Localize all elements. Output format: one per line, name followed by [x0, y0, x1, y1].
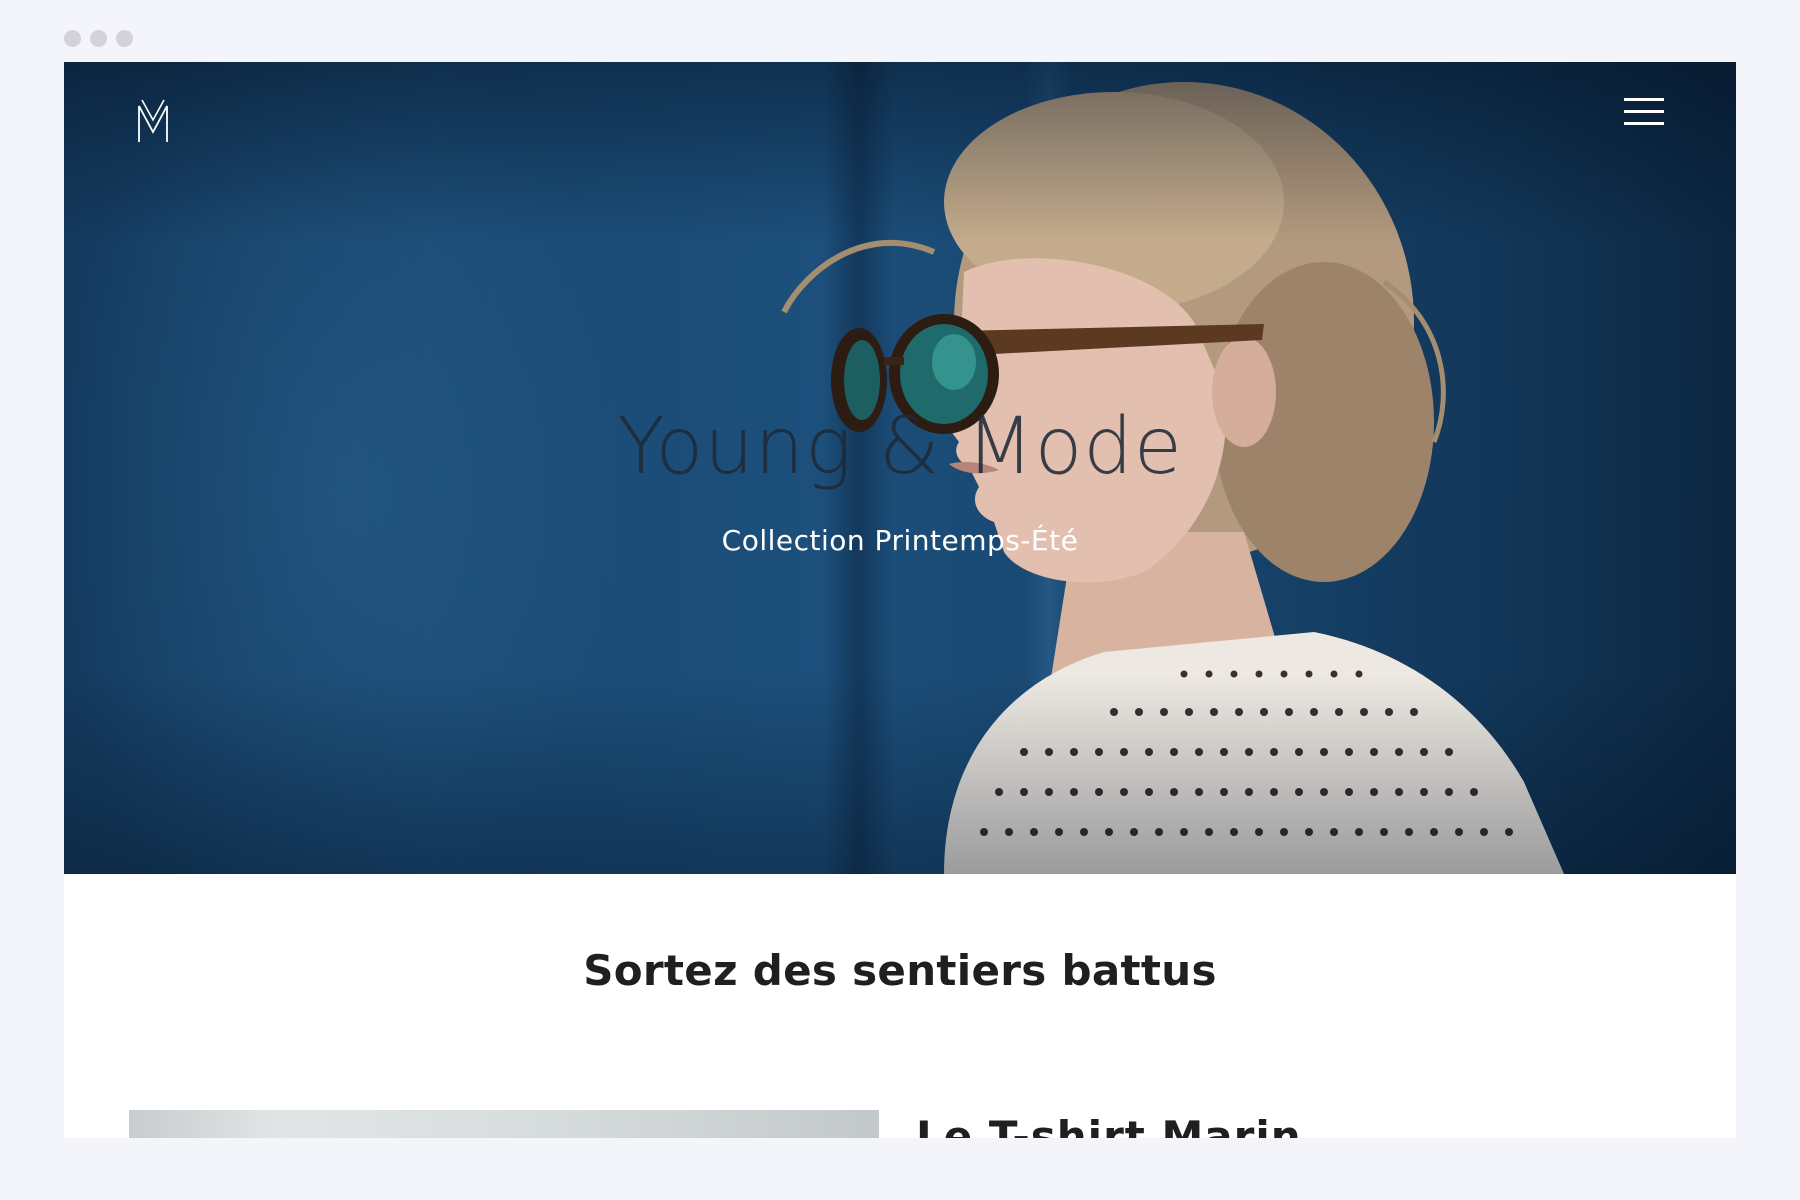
section-title: Sortez des sentiers battus — [583, 946, 1217, 995]
monogram-m-logo[interactable] — [136, 98, 170, 144]
hero-banner: Young & Mode Collection Printemps-Été — [64, 62, 1736, 874]
hero-subtitle: Collection Printemps-Été — [721, 524, 1079, 557]
product-title[interactable]: Le T-shirt Marin — [916, 1112, 1302, 1138]
hero-title: Young & Mode — [617, 402, 1183, 492]
hamburger-menu-icon[interactable] — [1624, 96, 1666, 128]
browser-viewport: Young & Mode Collection Printemps-Été So… — [64, 62, 1736, 1138]
window-dot-maximize[interactable] — [116, 30, 133, 47]
window-dot-close[interactable] — [64, 30, 81, 47]
window-dot-minimize[interactable] — [90, 30, 107, 47]
window-controls — [64, 30, 133, 47]
product-image[interactable] — [129, 1110, 879, 1138]
